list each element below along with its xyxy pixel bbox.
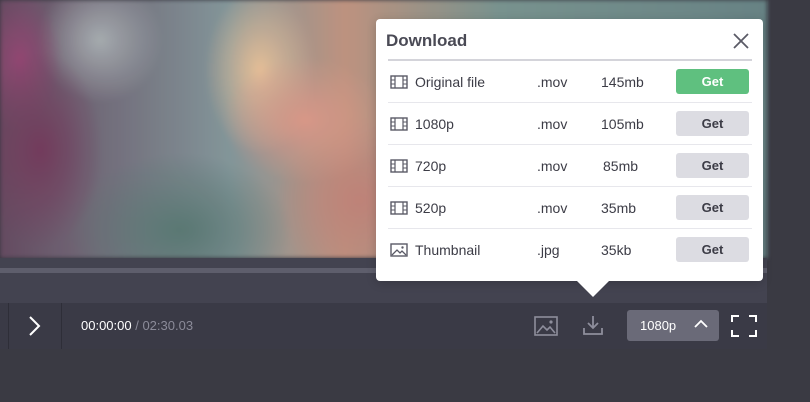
download-row-ext: .mov [537,74,568,90]
download-row-size: 85mb [603,158,639,174]
total-time: 02:30.03 [142,318,194,333]
close-icon[interactable] [731,31,751,51]
download-popover: Download Original file .mov 145mb Get 10… [376,19,763,281]
download-row-ext: .jpg [537,242,560,258]
quality-selector[interactable]: 1080p [627,310,719,341]
get-button-520p[interactable]: Get [676,195,749,220]
film-icon [390,75,408,89]
chevron-up-icon [694,319,708,328]
quality-label: 1080p [640,318,677,333]
download-row-size: 145mb [601,74,644,90]
film-icon [390,201,408,215]
download-row-ext: .mov [537,200,568,216]
download-row-name: Thumbnail [415,242,481,258]
fullscreen-button[interactable] [731,315,757,337]
download-icon [583,316,603,335]
controls-divider [8,303,9,349]
download-row-name: 1080p [415,116,454,132]
download-row-1080p: 1080p .mov 105mb Get [388,103,752,145]
timecode: 00:00:00 / 02:30.03 [81,318,193,333]
download-button[interactable] [580,312,606,338]
download-row-size: 35kb [601,242,632,258]
image-icon [534,316,558,336]
get-button-720p[interactable]: Get [676,153,749,178]
thumbnail-button[interactable] [533,314,559,338]
download-row-thumbnail: Thumbnail .jpg 35kb Get [388,229,752,271]
download-row-name: 520p [415,200,447,216]
download-row-name: 720p [415,158,447,174]
get-button-original[interactable]: Get [676,69,749,94]
image-icon [390,243,408,257]
film-icon [390,117,408,131]
next-button[interactable] [18,312,50,340]
download-row-size: 35mb [601,200,637,216]
popover-title: Download [386,31,468,50]
popover-arrow [577,281,609,297]
download-row-original: Original file .mov 145mb Get [388,61,752,103]
download-row-ext: .mov [537,158,568,174]
download-row-ext: .mov [537,116,568,132]
film-icon [390,159,408,173]
download-row-520p: 520p .mov 35mb Get [388,187,752,229]
chevron-right-icon [29,316,41,336]
fullscreen-icon [731,315,757,337]
download-row-name: Original file [415,74,486,90]
time-separator: / [131,318,143,333]
get-button-thumbnail[interactable]: Get [676,237,749,262]
current-time: 00:00:00 [81,318,132,333]
download-row-720p: 720p .mov 85mb Get [388,145,752,187]
video-player: 00:00:00 / 02:30.03 1080p Download Origi… [0,0,810,402]
controls-divider [61,303,62,349]
get-button-1080p[interactable]: Get [676,111,749,136]
download-row-size: 105mb [601,116,644,132]
